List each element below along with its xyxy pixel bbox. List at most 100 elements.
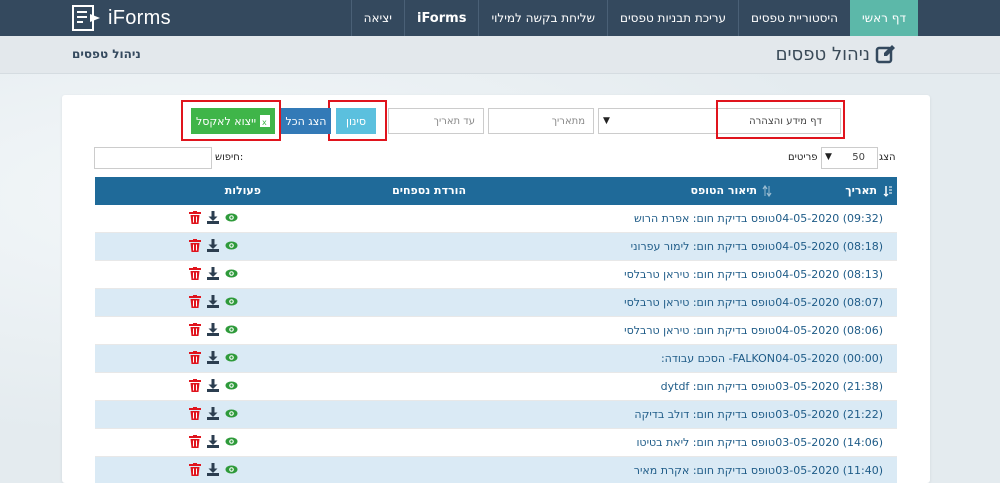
row-actions <box>189 435 238 448</box>
th-date[interactable]: תאריך <box>845 184 877 197</box>
download-icon[interactable] <box>207 323 219 336</box>
table-row: 04-05-2020 (08:07) טופס בדיקת חום: טיראן … <box>95 289 897 317</box>
highlight-filter-button <box>328 100 387 141</box>
sort-icon[interactable] <box>762 185 772 197</box>
row-date: 04-05-2020 (09:32) <box>775 212 883 225</box>
table-row: 03-05-2020 (11:40) טופס בדיקת חום: אקרת מ… <box>95 457 897 483</box>
download-icon[interactable] <box>207 211 219 224</box>
table-row: 04-05-2020 (00:00) FALKON- הסכם עבודה: <box>95 345 897 373</box>
search-input[interactable] <box>94 147 212 169</box>
nav-edit-templates-label: עריכת תבניות טפסים <box>620 11 727 25</box>
app-logo[interactable]: iForms <box>72 4 171 32</box>
page-title: ניהול טפסים <box>775 44 870 65</box>
search-label: חיפוש: <box>215 152 244 163</box>
nav-send-request-label: שליחת בקשה למילוי <box>491 11 596 25</box>
table-row: 03-05-2020 (21:38) טופס בדיקת חום: dytdf <box>95 373 897 401</box>
view-icon[interactable] <box>225 211 238 224</box>
row-date: 04-05-2020 (00:00) <box>775 352 883 365</box>
form-logo-icon <box>72 5 100 31</box>
row-actions <box>189 239 238 252</box>
page-size-select[interactable]: 50 ▼ <box>821 147 878 169</box>
sub-header: ניהול טפסים ניהול טפסים <box>0 36 1000 74</box>
to-date-input[interactable] <box>388 108 484 134</box>
main-nav: דף ראשי היסטוריית טפסים עריכת תבניות טפס… <box>350 0 918 36</box>
delete-icon[interactable] <box>189 351 201 364</box>
row-date: 03-05-2020 (11:40) <box>775 464 883 477</box>
sort-desc-icon[interactable] <box>883 185 893 197</box>
download-icon[interactable] <box>207 435 219 448</box>
row-description[interactable]: טופס בדיקת חום: ליאת בטיטו <box>636 436 775 449</box>
row-date: 04-05-2020 (08:13) <box>775 268 883 281</box>
table-row: 03-05-2020 (14:06) טופס בדיקת חום: ליאת ב… <box>95 429 897 457</box>
page-size-value: 50 <box>852 152 865 163</box>
view-icon[interactable] <box>225 323 238 336</box>
row-description[interactable]: טופס בדיקת חום: טיראן טרבלסי <box>624 324 775 337</box>
delete-icon[interactable] <box>189 407 201 420</box>
show-all-button-label: הצג הכל <box>285 114 327 128</box>
th-description[interactable]: תיאור הטופס <box>690 184 757 197</box>
view-icon[interactable] <box>225 239 238 252</box>
view-icon[interactable] <box>225 407 238 420</box>
view-icon[interactable] <box>225 295 238 308</box>
row-description[interactable]: טופס בדיקת חום: טיראן טרבלסי <box>624 268 775 281</box>
row-description[interactable]: טופס בדיקת חום: dytdf <box>661 380 775 393</box>
table-row: 04-05-2020 (08:06) טופס בדיקת חום: טיראן … <box>95 317 897 345</box>
download-icon[interactable] <box>207 295 219 308</box>
delete-icon[interactable] <box>189 211 201 224</box>
nav-home-label: דף ראשי <box>861 11 906 25</box>
logo-text: iForms <box>108 6 171 29</box>
row-description[interactable]: טופס בדיקת חום: אקרת מאיר <box>634 464 775 477</box>
nav-edit-templates[interactable]: עריכת תבניות טפסים <box>607 0 738 36</box>
row-description[interactable]: טופס בדיקת חום: דולב בדיקה <box>634 408 775 421</box>
show-all-button[interactable]: הצג הכל <box>281 108 331 134</box>
row-date: 04-05-2020 (08:07) <box>775 296 883 309</box>
view-icon[interactable] <box>225 351 238 364</box>
row-date: 03-05-2020 (14:06) <box>775 436 883 449</box>
nav-iforms-label: iForms <box>417 10 467 26</box>
th-actions: פעולות <box>224 184 261 197</box>
nav-forms-history[interactable]: היסטוריית טפסים <box>738 0 850 36</box>
row-date: 04-05-2020 (08:18) <box>775 240 883 253</box>
view-icon[interactable] <box>225 379 238 392</box>
breadcrumb: ניהול טפסים <box>72 47 141 61</box>
nav-logout[interactable]: יציאה <box>350 0 404 36</box>
delete-icon[interactable] <box>189 323 201 336</box>
table-row: 04-05-2020 (09:32) טופס בדיקת חום: אפרת ה… <box>95 205 897 233</box>
row-actions <box>189 267 238 280</box>
view-icon[interactable] <box>225 267 238 280</box>
download-icon[interactable] <box>207 239 219 252</box>
nav-iforms[interactable]: iForms <box>404 0 478 36</box>
view-icon[interactable] <box>225 463 238 476</box>
row-date: 03-05-2020 (21:22) <box>775 408 883 421</box>
delete-icon[interactable] <box>189 379 201 392</box>
row-actions <box>189 295 238 308</box>
table-header: תאריך תיאור הטופס הורדת נספחים פעולות <box>95 177 897 205</box>
download-icon[interactable] <box>207 267 219 280</box>
download-icon[interactable] <box>207 351 219 364</box>
items-label: פריטים <box>788 152 818 163</box>
from-date-input[interactable] <box>488 108 594 134</box>
nav-send-request[interactable]: שליחת בקשה למילוי <box>478 0 607 36</box>
row-actions <box>189 351 238 364</box>
row-date: 03-05-2020 (21:38) <box>775 380 883 393</box>
nav-forms-history-label: היסטוריית טפסים <box>751 11 838 25</box>
delete-icon[interactable] <box>189 267 201 280</box>
highlight-form-select <box>716 100 845 139</box>
download-icon[interactable] <box>207 379 219 392</box>
row-actions <box>189 407 238 420</box>
edit-icon <box>875 45 895 64</box>
table-row: 04-05-2020 (08:18) טופס בדיקת חום: לימור … <box>95 233 897 261</box>
nav-home[interactable]: דף ראשי <box>849 0 918 36</box>
row-description[interactable]: טופס בדיקת חום: אפרת הרוש <box>634 212 775 225</box>
view-icon[interactable] <box>225 435 238 448</box>
chevron-down-icon: ▼ <box>825 152 832 162</box>
delete-icon[interactable] <box>189 435 201 448</box>
row-description[interactable]: FALKON- הסכם עבודה: <box>661 352 775 365</box>
row-description[interactable]: טופס בדיקת חום: לימור עפרוני <box>631 240 775 253</box>
download-icon[interactable] <box>207 407 219 420</box>
delete-icon[interactable] <box>189 295 201 308</box>
download-icon[interactable] <box>207 463 219 476</box>
row-description[interactable]: טופס בדיקת חום: טיראן טרבלסי <box>624 296 775 309</box>
delete-icon[interactable] <box>189 239 201 252</box>
delete-icon[interactable] <box>189 463 201 476</box>
